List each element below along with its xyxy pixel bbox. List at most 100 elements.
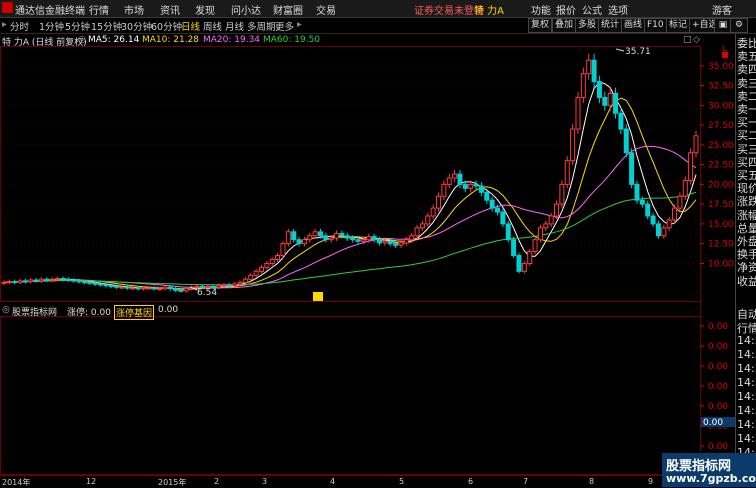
indicator-toggle-icon[interactable]: ◎ (2, 305, 10, 315)
candle-body (489, 199, 495, 209)
menu-options[interactable]: 选项 (608, 2, 628, 17)
tick-time-label: 14:5 (737, 404, 756, 417)
candle-body (6, 281, 12, 284)
candle-body (33, 279, 39, 282)
tick-time-label: 14:5 (737, 432, 756, 445)
ma20-line (3, 145, 697, 289)
period-15min[interactable]: 15分钟 (91, 19, 122, 33)
candle-body (360, 239, 366, 242)
candle-body (377, 239, 383, 244)
indicator-limit-up: 涨停: 0.00 (67, 308, 111, 318)
period-weekly[interactable]: 周线 (203, 19, 222, 33)
price-tick-label: 17.50 (708, 200, 734, 210)
candle-body (81, 281, 87, 284)
grid-lines (0, 65, 700, 264)
candle-body (398, 242, 404, 246)
candle-body (221, 284, 227, 287)
candle-body (135, 287, 141, 290)
period-60min[interactable]: 60分钟 (151, 19, 182, 33)
ma20-value: MA20: 19.34 (203, 35, 261, 45)
candle-body (677, 195, 683, 209)
candle-body (564, 160, 570, 185)
candle-body (505, 223, 511, 241)
candle-body (548, 215, 554, 225)
x-tick-9: 9 (648, 477, 654, 486)
kline-chart[interactable]: 35.00 32.50 30.00 27.50 25.00 22.50 20.00 17.50… (0, 46, 735, 476)
chart-settings-icon[interactable]: ◇ (693, 35, 700, 45)
guest-label[interactable]: 游客 (712, 2, 732, 17)
candle-body (280, 243, 286, 257)
candle-body (586, 59, 592, 75)
period-more[interactable]: 更多 (275, 19, 294, 33)
watermark: 股票指标网 www.7gpzb.com (662, 453, 756, 487)
draw-line-button[interactable]: 画线 (621, 18, 646, 33)
candle-body (409, 235, 415, 241)
f10-button[interactable]: F10 (644, 18, 667, 33)
toolbar-arrow-icon[interactable]: ▸ (2, 19, 7, 30)
menu-functions[interactable]: 功能 (531, 2, 551, 17)
event-marker-icon[interactable] (313, 292, 323, 301)
indicator-gene-label: 涨停基因 (114, 305, 155, 320)
menu-market-quotes[interactable]: 行情 (89, 2, 109, 17)
candle-body (98, 283, 104, 286)
menu-trade[interactable]: 交易 (316, 2, 336, 17)
menu-discover[interactable]: 发现 (195, 2, 215, 17)
candle-body (17, 280, 23, 283)
high-marker-line (615, 48, 625, 52)
candle-body (532, 239, 538, 253)
candle-body (495, 207, 501, 213)
multi-stock-button[interactable]: 多股 (575, 18, 600, 33)
candle-body (403, 239, 409, 244)
current-stock-name: 特 力A (474, 6, 505, 17)
candle-body (60, 277, 66, 280)
indicator-tick-label: 0.00 (708, 322, 728, 332)
candle-body (655, 223, 661, 237)
menu-bar: 通达信金融终端 行情 市场 资讯 发现 问小达 财富圈 交易 证券交易未登录 特… (0, 0, 756, 18)
candle-body (339, 232, 345, 237)
candle-body (334, 232, 340, 239)
stats-button[interactable]: 统计 (598, 18, 623, 33)
menu-quote[interactable]: 报价 (556, 2, 576, 17)
candle-body (580, 73, 586, 98)
menu-wealth-circle[interactable]: 财富圈 (273, 2, 303, 17)
period-1min[interactable]: 1分钟 (39, 19, 64, 33)
menu-formula[interactable]: 公式 (582, 2, 602, 17)
tick-time-label: 14:5 (737, 376, 756, 389)
candle-body (151, 287, 157, 290)
chart-options-icon[interactable]: □ (683, 35, 692, 45)
candle-body (645, 203, 651, 217)
candle-body (103, 284, 109, 287)
candle-body (39, 278, 45, 282)
menu-ask-xiaoda[interactable]: 问小达 (231, 2, 261, 17)
tick-time-label: 14:5 (737, 418, 756, 431)
period-5min[interactable]: 5分钟 (65, 19, 90, 33)
period-monthly[interactable]: 月线 (225, 19, 244, 33)
menu-market[interactable]: 市场 (124, 2, 144, 17)
info-toggle-icon[interactable]: ◎ (78, 35, 86, 45)
candle-body (666, 219, 672, 229)
period-multi[interactable]: 多周期 (247, 19, 276, 33)
mark-button[interactable]: 标记 (666, 18, 691, 33)
adjust-button[interactable]: 复权 (528, 18, 553, 33)
overlay-button[interactable]: 叠加 (552, 18, 577, 33)
price-tick-label: 27.50 (708, 121, 734, 131)
period-intraday[interactable]: 分时 (10, 19, 29, 33)
candle-body (516, 255, 522, 272)
candle-body (119, 286, 125, 289)
period-30min[interactable]: 30分钟 (121, 19, 152, 33)
price-axis: 35.00 32.50 30.00 27.50 25.00 22.50 20.00 17.50… (700, 62, 734, 269)
indicator-name[interactable]: 股票指标网 (12, 305, 57, 318)
candle-body (688, 152, 694, 181)
candle-body (253, 270, 259, 276)
axis-unit-label: L (722, 46, 727, 54)
candle-body (328, 237, 334, 241)
candle-body (634, 183, 640, 201)
x-tick-3: 3 (262, 477, 268, 486)
candle-body (596, 81, 602, 98)
menu-news[interactable]: 资讯 (160, 2, 180, 17)
candle-body (623, 128, 629, 154)
more-chevron-icon[interactable]: ▸ (297, 19, 302, 30)
period-daily[interactable]: 日线 (181, 19, 200, 33)
candle-body (323, 235, 329, 241)
settings-icon[interactable]: ⚙ (730, 18, 748, 33)
